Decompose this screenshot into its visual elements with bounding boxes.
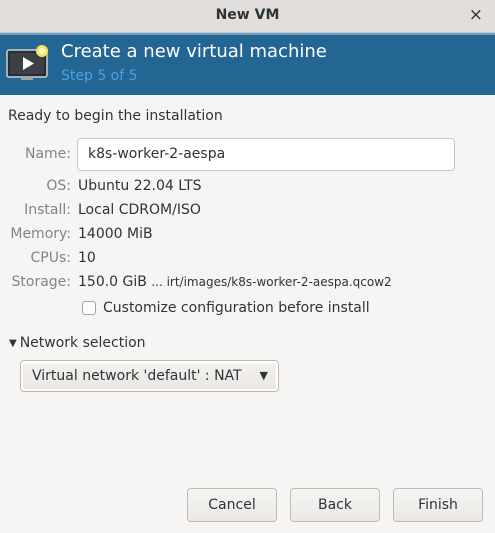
network-select[interactable]: Virtual network 'default' : NAT ▼ [20,360,279,392]
os-label: OS: [46,178,71,194]
install-value: Local CDROM/ISO [78,202,201,218]
triangle-down-icon: ▼ [9,338,17,349]
wizard-header: Create a new virtual machine Step 5 of 5 [0,33,495,95]
wizard-title: Create a new virtual machine [61,41,327,62]
memory-label: Memory: [10,226,71,242]
finish-button[interactable]: Finish [393,488,483,522]
customize-label[interactable]: Customize configuration before install [103,300,370,316]
ready-heading: Ready to begin the installation [8,108,223,124]
cpus-label: CPUs: [30,250,71,266]
name-label: Name: [24,146,71,162]
close-button[interactable]: × [469,5,483,25]
window-titlebar: New VM × [0,0,495,33]
network-select-value: Virtual network 'default' : NAT [32,368,242,384]
back-button[interactable]: Back [290,488,380,522]
storage-size: 150.0 GiB [78,274,147,290]
storage-label: Storage: [11,274,72,290]
customize-checkbox[interactable] [82,301,96,315]
storage-path: ... irt/images/k8s-worker-2-aespa.qcow2 [151,275,392,289]
os-value: Ubuntu 22.04 LTS [78,178,202,194]
vm-monitor-icon [6,45,48,80]
wizard-step: Step 5 of 5 [61,68,138,84]
install-label: Install: [24,202,71,218]
storage-value: 150.0 GiB ... irt/images/k8s-worker-2-ae… [78,274,392,290]
name-input[interactable]: k8s-worker-2-aespa [77,138,455,171]
cancel-button[interactable]: Cancel [187,488,277,522]
network-expander[interactable]: ▼ Network selection [9,335,146,351]
network-expander-label: Network selection [19,335,146,351]
memory-value: 14000 MiB [78,226,153,242]
chevron-down-icon: ▼ [259,369,268,382]
window-title: New VM [215,7,280,23]
cpus-value: 10 [78,250,96,266]
